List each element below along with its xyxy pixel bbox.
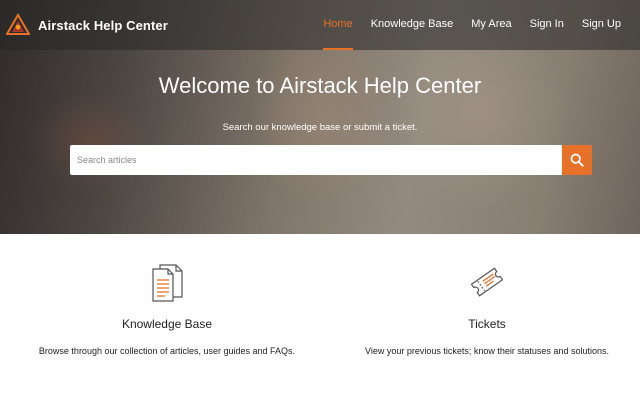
ticket-icon — [468, 264, 506, 305]
nav-home[interactable]: Home — [314, 0, 361, 50]
hero-title: Welcome to Airstack Help Center — [158, 73, 482, 98]
search-input[interactable] — [70, 145, 562, 175]
knowledge-base-title[interactable]: Knowledge Base — [0, 317, 334, 331]
top-navbar: Airstack Help Center Home Knowledge Base… — [0, 0, 640, 50]
airstack-logo-icon — [6, 13, 30, 35]
nav-my-area[interactable]: My Area — [462, 0, 520, 50]
search-bar — [70, 145, 592, 175]
document-icon — [151, 264, 183, 307]
search-button[interactable] — [562, 145, 592, 175]
brand[interactable]: Airstack Help Center — [6, 12, 168, 38]
brand-name: Airstack Help Center — [38, 17, 168, 33]
main-nav: Home Knowledge Base My Area Sign In Sign… — [314, 0, 630, 50]
search-icon — [570, 153, 584, 167]
tickets-title[interactable]: Tickets — [334, 317, 640, 331]
nav-knowledge-base[interactable]: Knowledge Base — [362, 0, 463, 50]
feature-cards: Knowledge Base Browse through our collec… — [0, 234, 640, 400]
hero-subtitle: Search our knowledge base or submit a ti… — [222, 122, 418, 133]
nav-sign-in[interactable]: Sign In — [521, 0, 573, 50]
knowledge-base-description: Browse through our collection of article… — [38, 346, 296, 356]
hero-banner: Airstack Help Center Home Knowledge Base… — [0, 0, 640, 234]
nav-sign-up[interactable]: Sign Up — [573, 0, 630, 50]
tickets-description: View your previous tickets; know their s… — [365, 346, 609, 356]
